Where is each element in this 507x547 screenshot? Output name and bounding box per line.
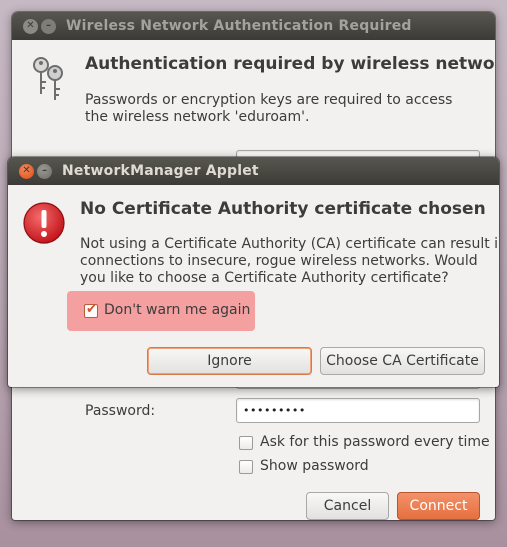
error-icon [23,202,65,244]
warning-dialog: ✕ – NetworkManager Applet No Certificate… [8,157,499,387]
warning-message-line1: Not using a Certificate Authority (CA) c… [80,236,499,252]
ask-every-time-checkbox[interactable] [239,436,253,450]
dont-warn-label[interactable]: Don't warn me again [104,302,250,318]
dont-warn-checkbox[interactable]: ✔ [84,302,98,318]
password-field[interactable]: ••••••••• [236,398,480,423]
close-icon[interactable]: ✕ [19,163,34,179]
close-icon[interactable]: ✕ [23,18,38,34]
ignore-button[interactable]: Ignore [147,347,312,375]
show-password-checkbox[interactable] [239,460,253,474]
cancel-button[interactable]: Cancel [306,492,389,520]
auth-description-line2: the wireless network 'eduroam'. [85,109,310,125]
minimize-icon[interactable]: – [37,163,52,179]
warning-message-line2: connections to insecure, rogue wireless … [80,253,478,269]
warning-heading: No Certificate Authority certificate cho… [80,199,486,219]
password-label: Password: [85,403,156,419]
checkmark-icon: ✔ [86,302,97,317]
keys-icon [33,57,63,100]
auth-heading: Authentication required by wireless netw… [85,54,495,74]
window-title: Wireless Network Authentication Required [66,18,412,34]
warning-message-line3: you like to choose a Certificate Authori… [80,270,449,286]
minimize-icon[interactable]: – [41,18,56,34]
window-title: NetworkManager Applet [62,163,259,179]
choose-ca-certificate-button[interactable]: Choose CA Certificate [320,347,485,375]
auth-dialog-titlebar[interactable]: ✕ – Wireless Network Authentication Requ… [12,12,495,40]
show-password-label[interactable]: Show password [260,458,369,474]
warning-dialog-titlebar[interactable]: ✕ – NetworkManager Applet [8,157,499,185]
auth-description-line1: Passwords or encryption keys are require… [85,92,453,108]
ask-every-time-label[interactable]: Ask for this password every time [260,434,490,450]
connect-button[interactable]: Connect [397,492,480,520]
